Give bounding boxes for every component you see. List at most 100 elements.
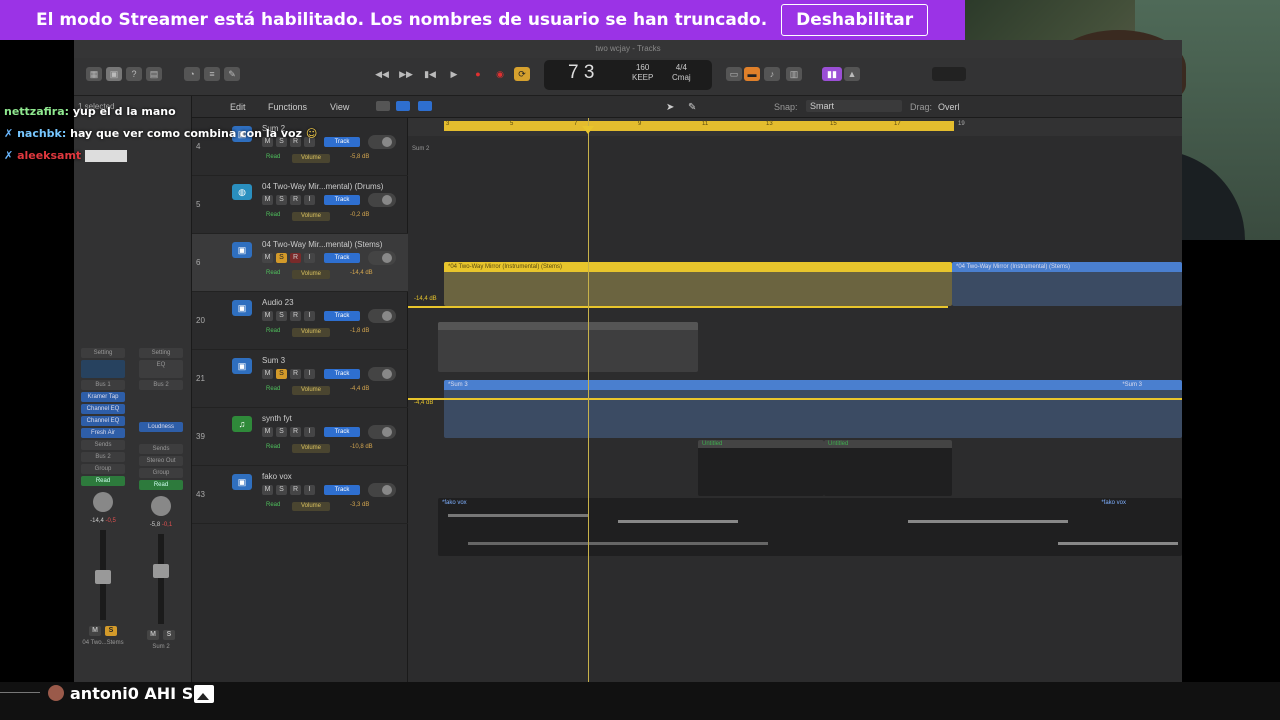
plugin-slot[interactable]: Kramer Tap [81,392,125,402]
editors-icon[interactable]: ✎ [224,67,240,81]
automation-parameter[interactable]: Volume [292,328,330,337]
record-enable-button[interactable]: R [290,253,301,263]
forward-icon[interactable]: ▶▶ [398,67,414,81]
smart-controls-icon[interactable]: ◔ [184,67,200,81]
group-slot[interactable]: Group [81,464,125,474]
mute-button[interactable]: M [262,253,273,263]
automation-mode[interactable]: Read [81,476,125,486]
mute-button[interactable]: M [147,630,159,640]
track-name[interactable]: synth fyt [262,414,292,423]
list-view-icon[interactable] [376,101,390,111]
input-monitor-button[interactable]: I [304,311,315,321]
metronome-icon[interactable]: ▥ [786,67,802,81]
count-in-icon[interactable]: ▬ [744,67,760,81]
record-enable-button[interactable]: R [290,311,301,321]
input-monitor-button[interactable]: I [304,485,315,495]
replace-icon[interactable]: ▭ [726,67,742,81]
input-monitor-button[interactable]: I [304,369,315,379]
catch-icon[interactable] [418,101,432,111]
solo-button[interactable]: S [276,427,287,437]
automation-parameter[interactable]: Volume [292,444,330,453]
track-name[interactable]: 04 Two-Way Mir...mental) (Drums) [262,182,383,191]
track-button[interactable]: Track [324,311,360,321]
automation-parameter[interactable]: Volume [292,502,330,511]
midi-region[interactable]: Untitled [824,440,952,496]
functions-menu[interactable]: Functions [268,102,307,112]
pan-control[interactable] [368,483,396,497]
cpu-meter-icon[interactable]: ▮▮ [822,67,842,81]
automation-mode[interactable]: Read [266,502,280,508]
input-monitor-button[interactable]: I [304,427,315,437]
eq-button[interactable]: EQ [139,360,183,378]
track-button[interactable]: Track [324,137,360,147]
track-header-selected[interactable]: 6 ▣ 04 Two-Way Mir...mental) (Stems) M S… [192,234,408,292]
fader-cap[interactable] [95,570,111,584]
pan-control[interactable] [368,193,396,207]
plugin-slot[interactable]: Loudness [139,422,183,432]
solo-button[interactable]: S [276,311,287,321]
summing-region[interactable]: *Sum 3 *Sum 3 [444,380,1182,438]
mixer-icon[interactable]: ≡ [204,67,220,81]
cycle-range[interactable] [444,121,954,131]
plugin-slot[interactable]: Channel EQ [81,404,125,414]
track-name[interactable]: 04 Two-Way Mir...mental) (Stems) [262,240,382,249]
midi-region[interactable]: Untitled [698,440,824,496]
vocal-region[interactable]: *fako vox *fako vox [438,498,1182,556]
input-slot[interactable]: Bus 2 [139,380,183,390]
plugin-slot[interactable]: Fresh Air [81,428,125,438]
output-slot[interactable]: Stereo Out [139,456,183,466]
automation-mode[interactable]: Read [266,444,280,450]
pan-control[interactable] [368,367,396,381]
automation-line[interactable] [408,306,948,308]
track-button[interactable]: Track [324,427,360,437]
solo-button[interactable]: S [276,195,287,205]
audio-region[interactable] [438,322,698,372]
solo-button[interactable]: S [276,485,287,495]
record-enable-button[interactable]: R [290,369,301,379]
arrange-area[interactable]: 3 5 7 9 11 13 15 17 19 Sum 2 *04 Two-Way… [408,118,1182,682]
eq-thumbnail[interactable] [81,360,125,378]
go-to-start-icon[interactable]: ▮◀ [422,67,438,81]
toolbar-icon[interactable]: ▤ [146,67,162,81]
automation-mode[interactable]: Read [266,270,280,276]
mute-button[interactable]: M [89,626,101,636]
pointer-tool-icon[interactable]: ➤ [666,102,674,113]
solo-button[interactable]: S [163,630,175,640]
input-slot[interactable]: Bus 1 [81,380,125,390]
track-header[interactable]: 5 ◍ 04 Two-Way Mir...mental) (Drums) M S… [192,176,408,234]
plugin-slot[interactable]: Channel EQ [81,416,125,426]
track-header[interactable]: 43 ▣ fako vox M S R I Track Read Volume … [192,466,408,524]
automation-line[interactable] [408,398,1182,400]
snap-select[interactable]: Smart [806,100,902,112]
automation-mode[interactable]: Read [266,328,280,334]
play-icon[interactable]: ▶ [446,67,462,81]
solo-button[interactable]: S [276,253,287,263]
audio-region[interactable]: *04 Two-Way Mirror (Instrumental) (Stems… [952,262,1182,306]
pan-control[interactable] [368,251,396,265]
edit-menu[interactable]: Edit [230,102,246,112]
automation-mode[interactable]: Read [139,480,183,490]
automation-parameter[interactable]: Volume [292,212,330,221]
mute-button[interactable]: M [262,311,273,321]
solo-button[interactable]: S [105,626,117,636]
mute-button[interactable]: M [262,485,273,495]
library-icon[interactable]: ▦ [86,67,102,81]
volume-fader[interactable] [153,534,169,624]
playhead[interactable] [588,118,589,682]
automation-parameter[interactable]: Volume [292,270,330,279]
track-header[interactable]: 20 ▣ Audio 23 M S R I Track Read Volume … [192,292,408,350]
track-name[interactable]: Audio 23 [262,298,294,307]
master-volume-slider[interactable] [932,67,966,81]
view-menu[interactable]: View [330,102,349,112]
pan-knob[interactable] [151,496,171,516]
setting-button[interactable]: Setting [139,348,183,358]
group-slot[interactable]: Group [139,468,183,478]
audio-region[interactable]: *04 Two-Way Mirror (Instrumental) (Stems… [444,262,952,306]
inspector-icon[interactable]: ▣ [106,67,122,81]
automation-parameter[interactable]: Volume [292,154,330,163]
automation-parameter[interactable]: Volume [292,386,330,395]
tuner-icon[interactable]: ♪ [764,67,780,81]
drag-select[interactable]: Overl [938,102,960,112]
pan-knob[interactable] [93,492,113,512]
input-monitor-button[interactable]: I [304,195,315,205]
